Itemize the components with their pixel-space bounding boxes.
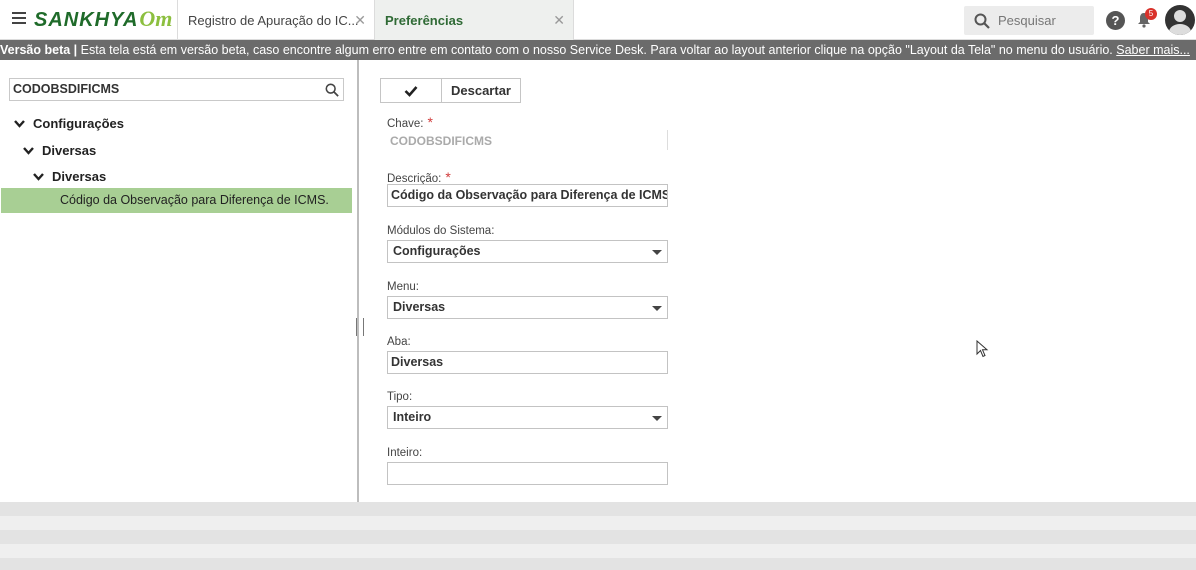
- descricao-field[interactable]: Código da Observação para Diferença de I…: [387, 184, 668, 207]
- select-value: Inteiro: [393, 410, 432, 424]
- tree-node-diversas-sub[interactable]: Diversas: [33, 169, 106, 184]
- tab-registro-apuracao[interactable]: Registro de Apuração do IC... ✕: [177, 0, 374, 40]
- descricao-label: Descrição: *: [387, 169, 451, 185]
- mouse-cursor-icon: [976, 340, 989, 358]
- inteiro-field[interactable]: [387, 462, 668, 485]
- tree-leaf-selected[interactable]: Código da Observação para Diferença de I…: [1, 188, 352, 213]
- dropdown-caret-icon[interactable]: [652, 306, 662, 311]
- tab-preferencias[interactable]: Preferências ✕: [374, 0, 574, 40]
- chevron-down-icon[interactable]: [23, 145, 34, 156]
- top-bar: SANKHYA Om Registro de Apuração do IC...…: [0, 0, 1196, 40]
- beta-title: Versão beta |: [0, 43, 78, 57]
- menu-select[interactable]: Diversas: [387, 296, 668, 319]
- search-icon: [974, 13, 990, 29]
- help-icon[interactable]: ?: [1106, 11, 1125, 30]
- footer-area: [0, 502, 1196, 570]
- menu-label: Menu:: [387, 281, 419, 293]
- tab-label: Registro de Apuração do IC...: [188, 12, 359, 28]
- tree-panel: CODOBSDIFICMS Configurações Diversas Div…: [0, 60, 357, 570]
- splitter-handle[interactable]: [355, 318, 365, 336]
- modulos-select[interactable]: Configurações: [387, 240, 668, 263]
- logo-suffix: Om: [139, 6, 173, 31]
- close-tab-icon[interactable]: ✕: [553, 12, 565, 29]
- chevron-down-icon[interactable]: [14, 118, 25, 129]
- tipo-label: Tipo:: [387, 391, 413, 403]
- required-mark: *: [445, 169, 451, 185]
- save-button[interactable]: [380, 78, 442, 103]
- panel-splitter[interactable]: [357, 60, 359, 570]
- notification-badge: 5: [1145, 8, 1157, 20]
- tree-node-label: Diversas: [52, 169, 107, 184]
- app-logo[interactable]: SANKHYA Om: [34, 6, 172, 34]
- select-value: Diversas: [393, 300, 446, 314]
- divider: [667, 130, 668, 150]
- learn-more-link[interactable]: Saber mais...: [1116, 43, 1190, 57]
- beta-text: Esta tela está em versão beta, caso enco…: [80, 43, 1117, 57]
- user-avatar[interactable]: [1165, 5, 1195, 35]
- aba-field[interactable]: Diversas: [387, 351, 668, 374]
- modulos-label: Módulos do Sistema:: [387, 225, 495, 237]
- tree-node-diversas[interactable]: Diversas: [23, 143, 96, 158]
- hamburger-menu-icon[interactable]: [12, 12, 26, 26]
- close-tab-icon[interactable]: ✕: [354, 12, 366, 29]
- dropdown-caret-icon[interactable]: [652, 416, 662, 421]
- logo-text: SANKHYA: [34, 9, 139, 31]
- required-mark: *: [427, 114, 433, 130]
- tree-node-label: Configurações: [33, 116, 125, 131]
- tab-label: Preferências: [385, 12, 464, 28]
- inteiro-label: Inteiro:: [387, 447, 423, 459]
- search-placeholder: Pesquisar: [998, 13, 1056, 28]
- select-value: Configurações: [393, 244, 481, 258]
- check-icon: [404, 85, 418, 97]
- tree-search-input[interactable]: CODOBSDIFICMS: [9, 78, 344, 101]
- chave-value: CODOBSDIFICMS: [390, 134, 492, 148]
- tree-node-configuracoes[interactable]: Configurações: [14, 116, 124, 131]
- dropdown-caret-icon[interactable]: [652, 250, 662, 255]
- search-icon[interactable]: [325, 83, 339, 97]
- beta-banner: Versão beta | Esta tela está em versão b…: [0, 40, 1196, 60]
- tree-search-value: CODOBSDIFICMS: [13, 82, 120, 96]
- discard-button[interactable]: Descartar: [442, 78, 521, 103]
- chave-label: Chave: *: [387, 114, 433, 130]
- global-search[interactable]: Pesquisar: [964, 6, 1094, 35]
- chevron-down-icon[interactable]: [33, 171, 44, 182]
- tipo-select[interactable]: Inteiro: [387, 406, 668, 429]
- tree-node-label: Diversas: [42, 143, 97, 158]
- aba-label: Aba:: [387, 336, 411, 348]
